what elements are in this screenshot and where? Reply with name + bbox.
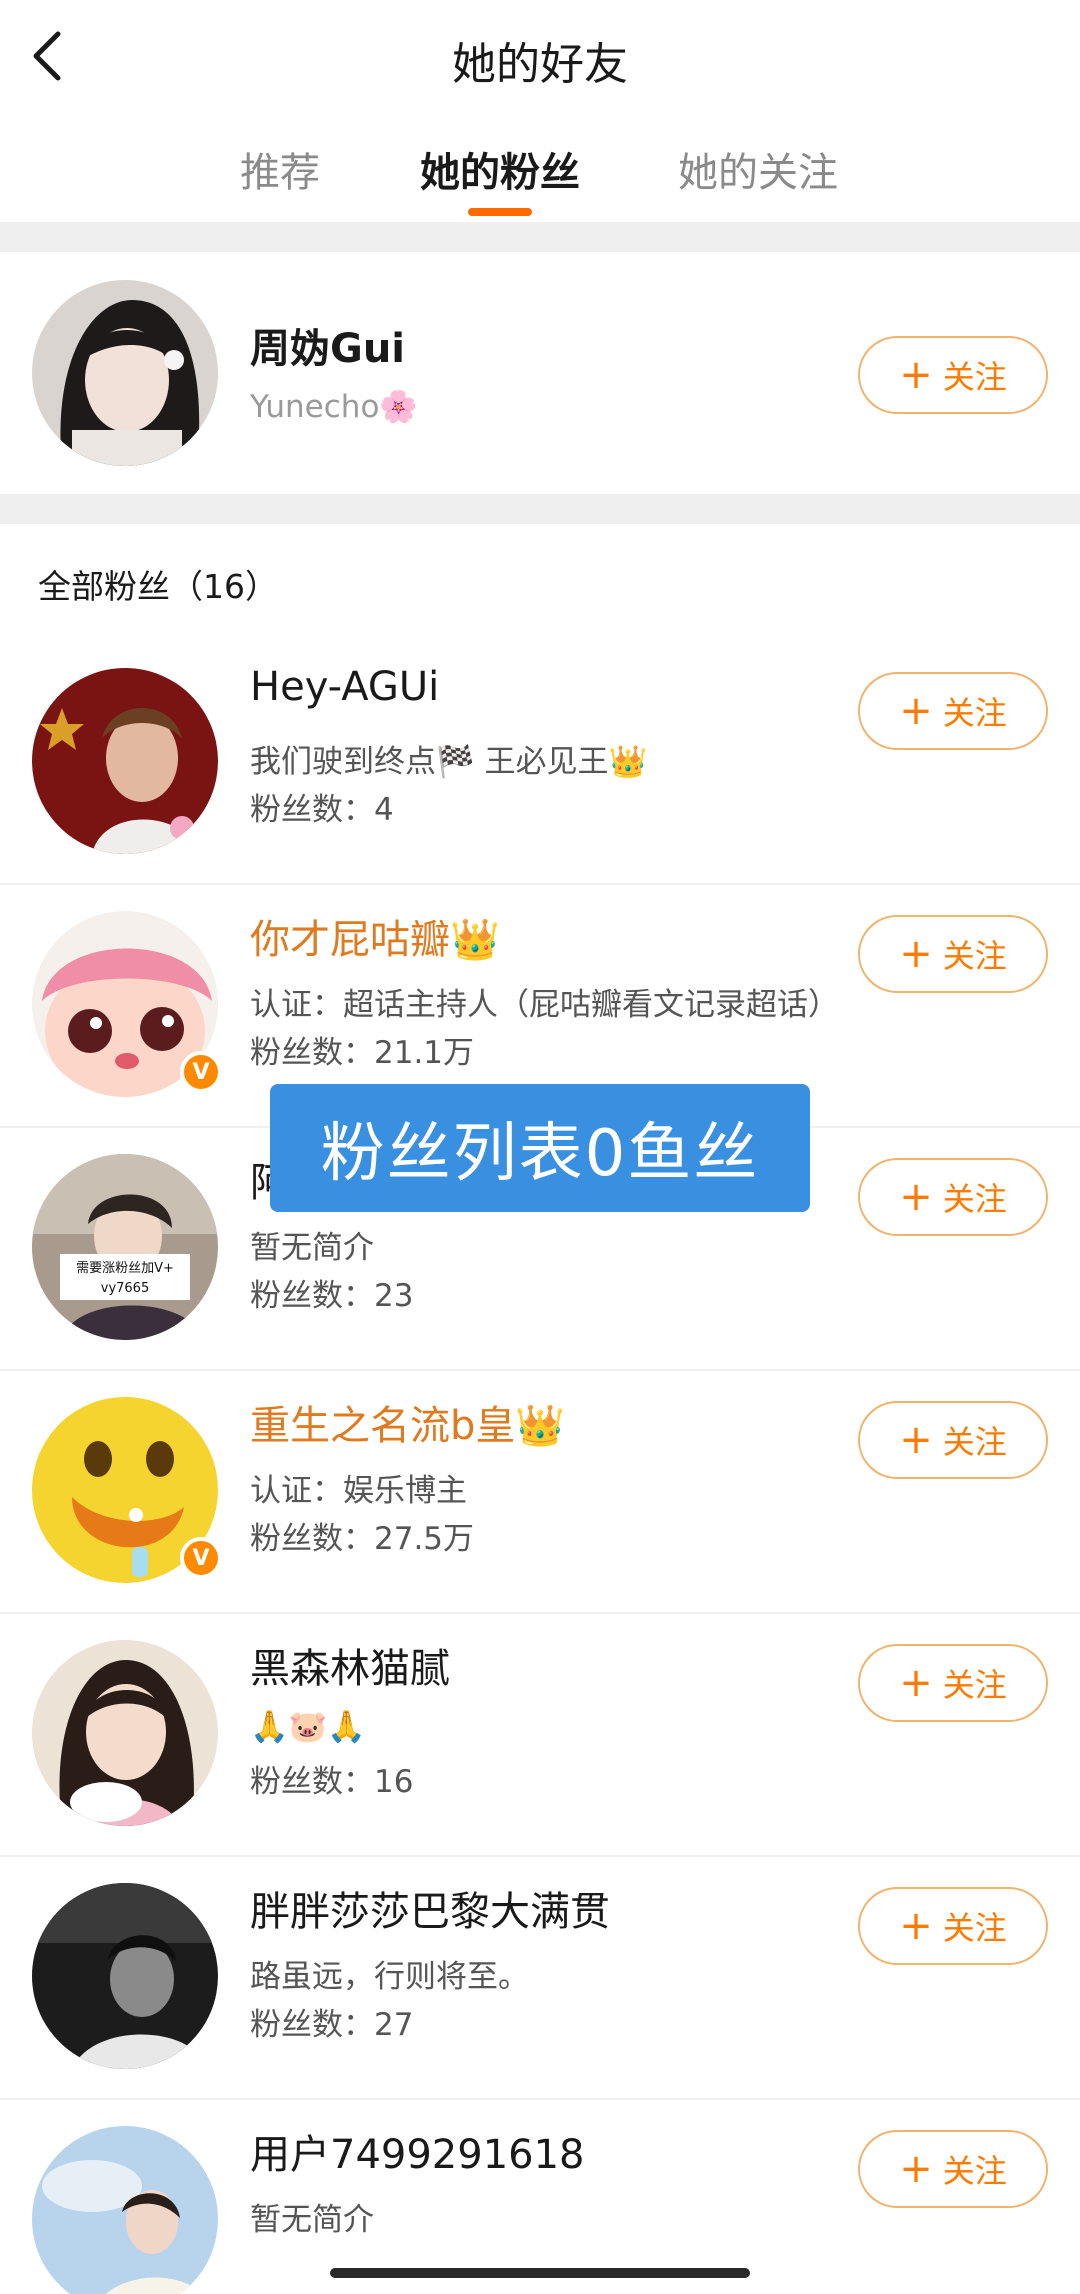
section-separator xyxy=(0,494,1080,524)
user-bio: 🙏🐷🙏 xyxy=(250,1709,366,1745)
plus-icon: + xyxy=(899,2146,933,2192)
follow-button[interactable]: + 关注 xyxy=(858,336,1048,414)
page-title: 她的好友 xyxy=(452,39,628,90)
featured-user-name[interactable]: 周妫Gui xyxy=(250,316,405,374)
fan-count: 粉丝数：16 xyxy=(250,1764,414,1800)
plus-icon: + xyxy=(899,352,933,398)
follow-button[interactable]: + 关注 xyxy=(858,915,1048,993)
tab-her-following[interactable]: 她的关注 xyxy=(678,140,838,198)
user-bio: 暂无简介 xyxy=(250,2202,374,2238)
list-item[interactable]: V 重生之名流b皇👑 认证：娱乐博主 粉丝数：27.5万 + 关注 xyxy=(0,1371,1080,1614)
fan-count: 粉丝数：27 xyxy=(250,2007,414,2043)
follow-label: 关注 xyxy=(942,1666,1007,1704)
follow-label: 关注 xyxy=(942,937,1007,975)
section-separator xyxy=(0,222,1080,252)
user-bio: 认证：娱乐博主 xyxy=(250,1473,467,1509)
plus-icon: + xyxy=(899,1174,933,1220)
follow-label: 关注 xyxy=(942,694,1007,732)
follow-button[interactable]: + 关注 xyxy=(858,672,1048,750)
user-bio: 认证：超话主持人（屁咕瓣看文记录超话） xyxy=(250,987,839,1023)
follow-label: 关注 xyxy=(942,1180,1007,1218)
top-bar: 她的好友 xyxy=(0,0,1080,112)
featured-user-subtitle: Yunecho🌸 xyxy=(250,389,419,425)
avatar-caption-1: 需要涨粉丝加V+ xyxy=(76,1261,174,1276)
follow-button[interactable]: + 关注 xyxy=(858,1887,1048,1965)
plus-icon: + xyxy=(899,688,933,734)
plus-icon: + xyxy=(899,1417,933,1463)
user-name[interactable]: 胖胖莎莎巴黎大满贯 xyxy=(250,1879,610,1937)
featured-user-card[interactable]: 周妫Gui Yunecho🌸 + 关注 xyxy=(0,252,1080,494)
tab-her-fans[interactable]: 她的粉丝 xyxy=(420,140,580,198)
fan-count: 粉丝数：4 xyxy=(250,792,394,828)
avatar[interactable] xyxy=(32,1640,218,1826)
section-title: 全部粉丝（16） xyxy=(38,567,278,606)
follow-label: 关注 xyxy=(942,2152,1007,2190)
fan-count: 粉丝数：21.1万 xyxy=(250,1035,475,1071)
avatar[interactable] xyxy=(32,1883,218,2069)
list-item[interactable]: Hey-AGUi 我们驶到终点🏁 王必见王👑 粉丝数：4 + 关注 xyxy=(0,642,1080,885)
avatar[interactable] xyxy=(32,280,218,466)
follow-button[interactable]: + 关注 xyxy=(858,1644,1048,1722)
plus-icon: + xyxy=(899,931,933,977)
avatar[interactable] xyxy=(32,668,218,854)
user-name[interactable]: 你才屁咕瓣👑 xyxy=(250,907,500,965)
avatar[interactable] xyxy=(32,2126,218,2294)
follow-button[interactable]: + 关注 xyxy=(858,1401,1048,1479)
follow-button[interactable]: + 关注 xyxy=(858,1158,1048,1236)
follow-label: 关注 xyxy=(942,1909,1007,1947)
plus-icon: + xyxy=(899,1903,933,1949)
user-name[interactable]: 重生之名流b皇👑 xyxy=(250,1393,565,1451)
fan-count: 粉丝数：27.5万 xyxy=(250,1521,475,1557)
user-bio: 路虽远，行则将至。 xyxy=(250,1959,529,1995)
overlay-caption: 粉丝列表0鱼丝 xyxy=(270,1084,810,1212)
user-name[interactable]: Hey-AGUi xyxy=(250,664,439,710)
list-item[interactable]: 黑森林猫腻 🙏🐷🙏 粉丝数：16 + 关注 xyxy=(0,1614,1080,1857)
home-indicator[interactable] xyxy=(330,2268,750,2278)
verified-badge-icon: V xyxy=(180,1051,222,1093)
avatar[interactable]: 需要涨粉丝加V+ vy7665 xyxy=(32,1154,218,1340)
follow-label: 关注 xyxy=(942,358,1007,396)
avatar-caption-2: vy7665 xyxy=(101,1281,149,1296)
follow-button[interactable]: + 关注 xyxy=(858,2130,1048,2208)
active-tab-indicator xyxy=(468,208,532,216)
verified-badge-icon: V xyxy=(180,1537,222,1579)
user-bio: 我们驶到终点🏁 王必见王👑 xyxy=(250,744,648,780)
user-name[interactable]: 黑森林猫腻 xyxy=(250,1636,450,1694)
list-item[interactable]: 用户7499291618 暂无简介 + 关注 xyxy=(0,2100,1080,2294)
user-bio: 暂无简介 xyxy=(250,1230,374,1266)
tab-recommended[interactable]: 推荐 xyxy=(240,140,320,198)
fan-count: 粉丝数：23 xyxy=(250,1278,414,1314)
follow-label: 关注 xyxy=(942,1423,1007,1461)
plus-icon: + xyxy=(899,1660,933,1706)
user-name[interactable]: 用户7499291618 xyxy=(250,2122,585,2180)
list-item[interactable]: 胖胖莎莎巴黎大满贯 路虽远，行则将至。 粉丝数：27 + 关注 xyxy=(0,1857,1080,2100)
tab-bar: 推荐 她的粉丝 她的关注 xyxy=(0,112,1080,222)
